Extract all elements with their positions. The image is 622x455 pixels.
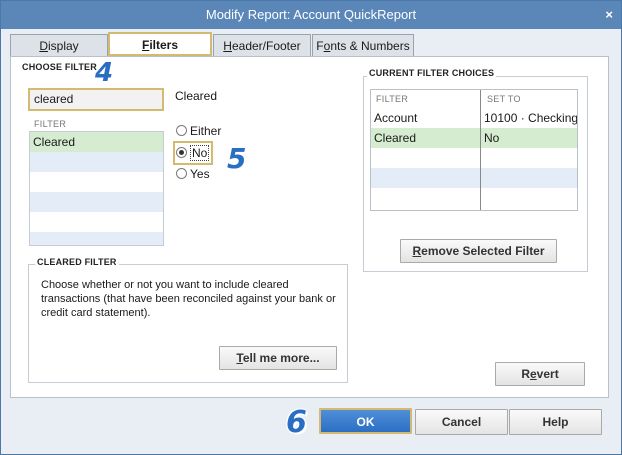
cleared-filter-label: CLEARED FILTER — [35, 257, 119, 267]
cleared-field-label: Cleared — [175, 89, 218, 103]
radio-either-label: Either — [190, 124, 222, 138]
row-filter-cell: Account — [374, 111, 418, 125]
list-item[interactable] — [30, 212, 163, 232]
remove-selected-filter-button[interactable]: Remove Selected Filter — [400, 239, 557, 263]
cancel-button[interactable]: Cancel — [415, 409, 508, 435]
radio-yes[interactable]: Yes — [176, 167, 210, 181]
ok-button[interactable]: OK — [319, 408, 412, 434]
tab-header-footer-mnemonic: H — [223, 39, 232, 53]
choose-filter-label: CHOOSE FILTER — [22, 62, 97, 72]
col-set-to-header: SET TO — [487, 94, 521, 104]
filter-list-header: FILTER — [34, 119, 67, 129]
tell-me-more-button[interactable]: Tell me more... — [219, 346, 337, 370]
tab-header-footer[interactable]: Header/Footer — [213, 34, 311, 56]
dialog-window: Modify Report: Account QuickReport × Dis… — [0, 0, 622, 455]
tab-display-mnemonic: D — [39, 39, 48, 53]
row-set-to-cell: 10100 · Checking — [484, 111, 577, 125]
col-filter-header: FILTER — [376, 94, 409, 104]
current-filters-table[interactable]: FILTER SET TO Account 10100 · Checking C… — [370, 89, 578, 211]
window-title: Modify Report: Account QuickReport — [205, 7, 417, 22]
revert-label: vert — [536, 367, 559, 381]
list-item[interactable] — [30, 192, 163, 212]
tab-fonts-numbers-label: nts & Numbers — [330, 39, 410, 53]
row-set-to-cell: No — [484, 131, 500, 145]
list-item[interactable] — [30, 152, 163, 172]
remove-filter-mnemonic: R — [412, 244, 422, 258]
tab-display[interactable]: Display — [10, 34, 108, 56]
help-button[interactable]: Help — [509, 409, 602, 435]
tell-me-more-label: ell me more... — [242, 351, 320, 365]
current-filter-choices-label: CURRENT FILTER CHOICES — [367, 68, 497, 78]
list-item[interactable]: Cleared — [30, 132, 163, 152]
remove-filter-label: emove Selected Filter — [421, 244, 545, 258]
column-divider — [480, 90, 481, 210]
radio-no[interactable]: No — [176, 145, 210, 161]
tab-filters-label: ilters — [149, 38, 179, 52]
table-row-empty[interactable] — [371, 148, 577, 168]
tab-fonts-numbers-prefix: F — [316, 39, 324, 53]
filter-search-input[interactable]: cleared — [28, 88, 164, 111]
table-row[interactable]: Cleared No — [371, 128, 577, 148]
callout-step-4: 4 — [95, 58, 114, 88]
radio-either[interactable]: Either — [176, 124, 221, 138]
filter-list[interactable]: Cleared — [29, 131, 164, 246]
tab-filters[interactable]: Filters — [108, 32, 212, 56]
radio-yes-label: Yes — [190, 167, 210, 181]
revert-prefix: R — [521, 367, 530, 381]
list-item[interactable] — [30, 172, 163, 192]
tab-display-label: isplay — [47, 39, 79, 53]
callout-step-5: 5 — [227, 142, 247, 175]
radio-yes-circle — [176, 168, 187, 179]
radio-either-circle — [176, 125, 187, 136]
list-item[interactable] — [30, 232, 163, 245]
callout-step-6: 6 — [286, 405, 307, 440]
tab-fonts-numbers[interactable]: Fonts & Numbers — [312, 34, 414, 56]
table-row-empty[interactable] — [371, 188, 577, 208]
title-bar: Modify Report: Account QuickReport × — [1, 1, 621, 29]
row-filter-cell: Cleared — [374, 131, 417, 145]
close-icon[interactable]: × — [605, 1, 613, 29]
radio-no-circle — [176, 147, 187, 158]
radio-no-label: No — [190, 145, 210, 161]
table-row-empty[interactable] — [371, 168, 577, 188]
tab-header-footer-label: eader/Footer — [231, 39, 301, 53]
revert-button[interactable]: Revert — [495, 362, 585, 386]
table-row[interactable]: Account 10100 · Checking — [371, 108, 577, 128]
revert-mnemonic: e — [529, 367, 537, 381]
cleared-filter-description: Choose whether or not you want to includ… — [41, 279, 336, 319]
